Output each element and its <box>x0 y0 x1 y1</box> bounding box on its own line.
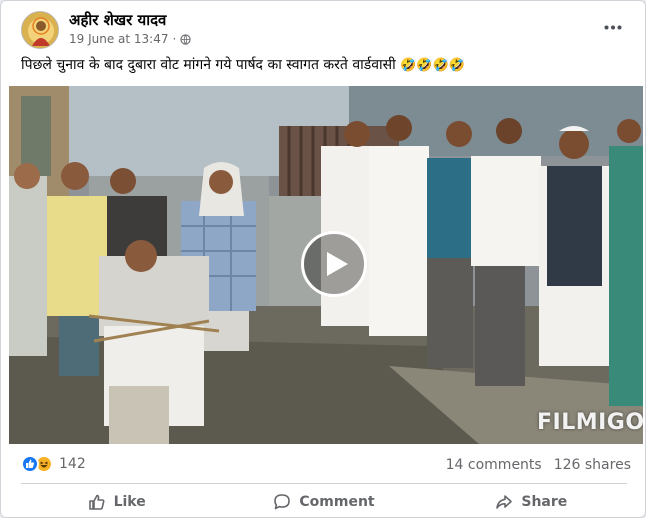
like-button[interactable]: Like <box>13 487 220 517</box>
meta-separator: · <box>172 32 177 46</box>
share-button[interactable]: Share <box>428 487 635 517</box>
post-card: अहीर शेखर यादव 19 June at 13:47 · पिछले … <box>0 0 646 518</box>
like-reaction-icon <box>21 455 39 473</box>
more-options-button[interactable] <box>597 13 629 41</box>
engagement-counts: 14 comments 126 shares <box>446 457 631 473</box>
thumbs-up-icon <box>88 494 105 510</box>
shares-count[interactable]: 126 shares <box>554 457 631 473</box>
comment-icon <box>274 494 291 510</box>
play-icon <box>327 252 348 276</box>
comment-label: Comment <box>299 494 375 510</box>
actions-divider <box>21 483 627 484</box>
author-avatar[interactable] <box>21 11 59 49</box>
comment-button[interactable]: Comment <box>220 487 427 517</box>
post-caption: पिछले चुनाव के बाद दुबारा वोट मांगने गये… <box>21 55 465 74</box>
share-icon <box>496 495 513 509</box>
like-label: Like <box>113 494 146 510</box>
play-button[interactable] <box>301 231 367 297</box>
comments-count[interactable]: 14 comments <box>446 457 542 473</box>
avatar-image <box>22 12 58 48</box>
video-player[interactable]: FILMIGO <box>9 86 643 444</box>
globe-icon <box>180 33 191 45</box>
reactions-count: 142 <box>59 456 86 472</box>
share-label: Share <box>521 494 568 510</box>
post-timestamp[interactable]: 19 June at 13:47 <box>69 32 169 46</box>
author-name[interactable]: अहीर शेखर यादव <box>69 10 166 30</box>
reactions-summary[interactable]: 142 <box>21 455 86 473</box>
post-meta: 19 June at 13:47 · <box>69 32 191 46</box>
caption-text: पिछले चुनाव के बाद दुबारा वोट मांगने गये… <box>21 57 396 73</box>
video-watermark: FILMIGO <box>537 410 643 435</box>
more-horizontal-icon <box>604 25 622 29</box>
caption-emojis: 🤣🤣🤣🤣 <box>400 58 465 73</box>
post-actions-bar: Like Comment Share <box>13 487 635 517</box>
